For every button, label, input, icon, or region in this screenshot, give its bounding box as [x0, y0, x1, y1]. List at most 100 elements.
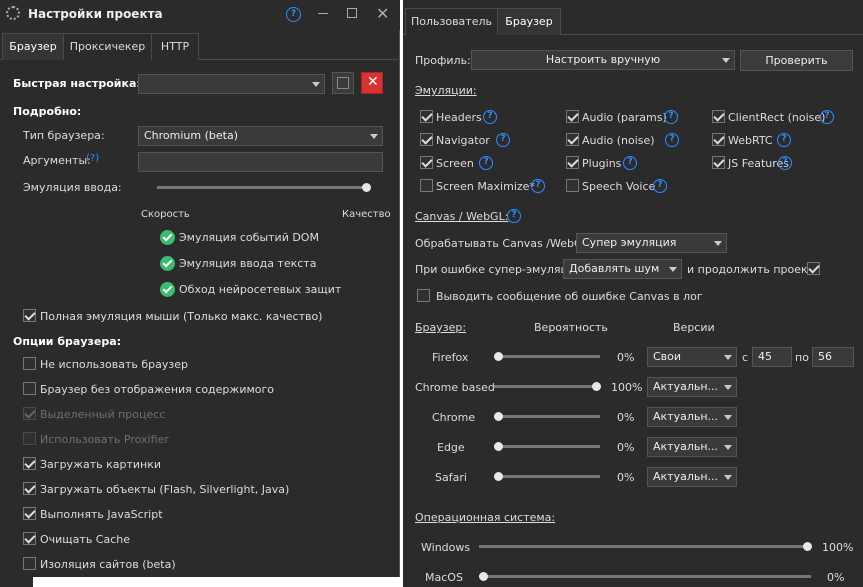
- tab-proxychecker[interactable]: Проксичекер: [63, 33, 152, 60]
- os-probability-value: 100%: [822, 541, 854, 554]
- help-icon[interactable]: ?: [479, 156, 493, 170]
- probability-slider[interactable]: [494, 352, 503, 361]
- close-icon[interactable]: ✕: [376, 4, 389, 23]
- left-tab-bar: Браузер Проксичекер HTTP: [0, 33, 400, 60]
- emulation-checkbox[interactable]: [566, 133, 579, 146]
- emulation-checkbox[interactable]: [566, 110, 579, 123]
- browser-option-label: Не использовать браузер: [40, 358, 188, 371]
- emulation-item: Эмуляция событий DOM: [179, 231, 319, 244]
- tab-browser[interactable]: Браузер: [2, 33, 64, 60]
- emulation-checkbox[interactable]: [420, 133, 433, 146]
- tab-user[interactable]: Пользователь: [405, 8, 498, 35]
- full-mouse-emulation-checkbox[interactable]: [23, 309, 36, 322]
- quick-setup-label: Быстрая настройка:: [13, 77, 141, 90]
- canvas-error-label: При ошибке супер-эмуляции: [415, 263, 583, 276]
- help-icon[interactable]: ?: [664, 110, 678, 124]
- help-icon[interactable]: ?: [623, 156, 637, 170]
- browser-option-checkbox[interactable]: [23, 532, 36, 545]
- probability-value: 100%: [611, 381, 643, 394]
- canvas-webgl-label: Canvas / WebGL:: [415, 210, 509, 223]
- help-icon[interactable]: ?: [665, 133, 679, 147]
- version-to-input[interactable]: 56: [812, 347, 854, 367]
- browser-type-select[interactable]: Chromium (beta): [138, 126, 383, 146]
- profile-select[interactable]: Настроить вручную: [471, 50, 735, 70]
- emulation-checkbox[interactable]: [712, 156, 725, 169]
- check-circle-icon: [160, 256, 175, 271]
- emulations-label: Эмуляции:: [415, 84, 477, 97]
- help-icon[interactable]: ?: [531, 179, 545, 193]
- help-icon[interactable]: ?: [777, 133, 791, 147]
- detail-label: Подробно:: [13, 105, 82, 118]
- probability-slider[interactable]: [592, 382, 601, 391]
- help-icon[interactable]: ?: [507, 209, 521, 223]
- emulation-label: ClientRect (noise): [728, 111, 826, 124]
- browser-option-checkbox[interactable]: [23, 457, 36, 470]
- browser-option-checkbox: [23, 432, 36, 445]
- probability-track: [494, 445, 600, 448]
- emulation-checkbox[interactable]: [420, 110, 433, 123]
- probability-track: [494, 385, 600, 388]
- emulation-checkbox[interactable]: [420, 179, 433, 192]
- probability-track: [494, 475, 600, 478]
- version-to-value: 56: [818, 350, 832, 363]
- browser-option-checkbox[interactable]: [23, 557, 36, 570]
- check-button[interactable]: Проверить: [740, 50, 853, 71]
- os-probability-slider[interactable]: [803, 542, 812, 551]
- browser-option-checkbox[interactable]: [23, 507, 36, 520]
- browser-name: Safari: [435, 471, 467, 484]
- save-button[interactable]: [332, 72, 354, 94]
- version-select[interactable]: Актуальн...: [647, 377, 737, 397]
- help-icon[interactable]: ?: [496, 133, 510, 147]
- tab-browser[interactable]: Браузер: [497, 8, 561, 35]
- canvas-log-checkbox[interactable]: [417, 289, 430, 302]
- browser-option-label: Использовать Proxifier: [40, 433, 169, 446]
- title-bar: Настройки проекта ? ✕: [0, 0, 400, 30]
- check-circle-icon: [160, 230, 175, 245]
- canvas-process-select[interactable]: Супер эмуляция: [576, 233, 727, 253]
- check-circle-icon: [160, 282, 175, 297]
- delete-button[interactable]: ✕: [361, 72, 383, 94]
- version-value: Актуальн...: [653, 380, 719, 393]
- chevron-down-icon: [714, 241, 722, 246]
- emulation-checkbox[interactable]: [712, 110, 725, 123]
- help-icon[interactable]: ?: [286, 7, 301, 22]
- browser-name: Chrome based: [415, 381, 495, 394]
- canvas-process-value: Супер эмуляция: [582, 236, 677, 249]
- floppy-icon: [337, 77, 349, 89]
- version-select[interactable]: Свои: [647, 347, 737, 367]
- emulation-checkbox[interactable]: [566, 179, 579, 192]
- browser-option-checkbox[interactable]: [23, 382, 36, 395]
- os-probability-slider[interactable]: [479, 572, 488, 581]
- browser-option-checkbox[interactable]: [23, 357, 36, 370]
- maximize-icon[interactable]: [347, 8, 357, 18]
- os-probability-value: 0%: [827, 571, 845, 584]
- profile-label: Профиль:: [415, 54, 471, 67]
- canvas-continue-checkbox[interactable]: [807, 262, 820, 275]
- chevron-down-icon: [722, 58, 730, 63]
- arguments-input[interactable]: [138, 152, 383, 172]
- emulation-checkbox[interactable]: [712, 133, 725, 146]
- version-select[interactable]: Актуальн...: [647, 467, 737, 487]
- browser-option-checkbox[interactable]: [23, 482, 36, 495]
- canvas-error-select[interactable]: Добавлять шум: [563, 259, 682, 279]
- version-from-input[interactable]: 45: [752, 347, 792, 367]
- version-select[interactable]: Актуальн...: [647, 407, 737, 427]
- emulation-checkbox[interactable]: [566, 156, 579, 169]
- help-icon[interactable]: ?: [653, 179, 667, 193]
- help-icon[interactable]: ?: [778, 156, 792, 170]
- help-icon[interactable]: (?): [86, 153, 99, 164]
- probability-slider[interactable]: [494, 442, 503, 451]
- help-icon[interactable]: ?: [483, 110, 497, 124]
- version-select[interactable]: Актуальн...: [647, 437, 737, 457]
- tab-http[interactable]: HTTP: [151, 33, 199, 60]
- help-icon[interactable]: ?: [820, 110, 834, 124]
- minimize-icon[interactable]: [318, 13, 328, 14]
- emulation-checkbox[interactable]: [420, 156, 433, 169]
- input-emulation-slider[interactable]: [362, 183, 371, 192]
- probability-slider[interactable]: [494, 412, 503, 421]
- probability-slider[interactable]: [494, 472, 503, 481]
- gear-icon: [6, 6, 20, 20]
- browser-type-value: Chromium (beta): [144, 129, 239, 142]
- quick-setup-select[interactable]: [138, 74, 325, 94]
- version-from-value: 45: [758, 350, 772, 363]
